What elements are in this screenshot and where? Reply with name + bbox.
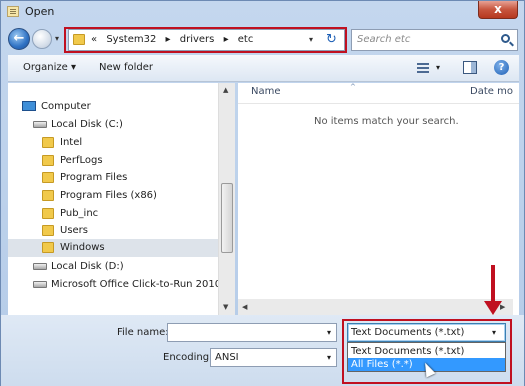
tree-item-windows[interactable]: Windows — [8, 239, 218, 257]
encoding-value: ANSI — [215, 352, 239, 363]
views-icon[interactable] — [417, 63, 429, 73]
file-list-pane: ^ Name Date mo No items match your searc… — [238, 83, 519, 315]
tree-item-computer[interactable]: Computer — [22, 98, 222, 116]
tree-item-label: Users — [60, 225, 89, 236]
tree-item-intel[interactable]: Intel — [42, 134, 222, 152]
scroll-thumb[interactable] — [221, 183, 233, 253]
navigation-scrollbar[interactable]: ▲ ▼ — [218, 83, 235, 315]
encoding-label: Encoding: — [163, 352, 213, 363]
empty-folder-message: No items match your search. — [314, 116, 459, 127]
open-dialog: Open x ← ▾ « System32 ▸ drivers ▸ etc ▾ … — [0, 0, 525, 386]
address-bar-highlight — [64, 27, 347, 53]
folder-icon — [42, 137, 54, 148]
tree-item-label: PerfLogs — [60, 155, 103, 166]
tree-item-users[interactable]: Users — [42, 222, 222, 240]
folder-icon — [42, 225, 54, 236]
tree-item-label: Computer — [41, 101, 91, 112]
red-arrow-head-icon — [484, 301, 502, 315]
search-icon[interactable] — [501, 34, 510, 43]
title-bar: Open x — [1, 1, 524, 23]
recent-pages-dropdown[interactable]: ▾ — [55, 34, 59, 43]
drive-icon — [33, 121, 47, 128]
tree-item-label: Local Disk (D:) — [51, 261, 124, 272]
close-button[interactable]: x — [478, 1, 518, 19]
tree-item-program-files-x86[interactable]: Program Files (x86) — [42, 187, 222, 205]
column-header-name[interactable]: Name — [251, 86, 281, 97]
drive-icon — [33, 263, 47, 270]
tree-item-office-c2r[interactable]: Microsoft Office Click-to-Run 2010 (Pr — [33, 276, 235, 294]
new-folder-button[interactable]: New folder — [99, 62, 153, 73]
computer-icon — [22, 101, 36, 111]
tree-item-program-files[interactable]: Program Files — [42, 169, 222, 187]
file-name-input[interactable] — [167, 323, 337, 342]
search-placeholder: Search etc — [357, 34, 411, 45]
tree-item-local-disk-d[interactable]: Local Disk (D:) — [33, 258, 223, 276]
drive-icon — [33, 281, 47, 288]
tree-item-label: Microsoft Office Click-to-Run 2010 (Pr — [51, 279, 235, 290]
tree-item-label: Local Disk (C:) — [51, 119, 123, 130]
views-dropdown-button[interactable]: ▾ — [436, 63, 440, 72]
folder-icon — [42, 172, 54, 183]
tree-item-label: Program Files — [60, 172, 128, 183]
file-name-label: File name: — [117, 327, 169, 338]
command-toolbar: Organize ▾ New folder ▾ ? — [8, 55, 519, 82]
search-input[interactable]: Search etc — [351, 29, 518, 51]
sort-ascending-icon: ^ — [350, 83, 356, 91]
file-name-dropdown-button[interactable]: ▾ — [327, 328, 331, 337]
folder-icon — [42, 242, 54, 253]
notepad-icon — [7, 6, 19, 17]
encoding-dropdown-button[interactable]: ▾ — [327, 353, 331, 362]
navigation-pane: Computer Local Disk (C:) Intel PerfLogs … — [8, 83, 235, 315]
tree-item-label: Windows — [60, 242, 105, 253]
header-divider — [238, 103, 519, 104]
preview-pane-icon[interactable] — [463, 61, 477, 74]
scroll-down-arrow-icon[interactable]: ▼ — [223, 303, 228, 311]
tree-item-label: Program Files (x86) — [60, 190, 157, 201]
forward-button[interactable] — [32, 29, 52, 49]
red-arrow-icon — [491, 265, 495, 305]
tree-item-pub-inc[interactable]: Pub_inc — [42, 205, 222, 223]
encoding-select[interactable]: ANSI — [210, 348, 337, 367]
tree-item-perflogs[interactable]: PerfLogs — [42, 152, 222, 170]
help-icon[interactable]: ? — [494, 60, 509, 75]
tree-item-label: Intel — [60, 137, 83, 148]
column-header-date-modified[interactable]: Date mo — [470, 86, 513, 97]
horizontal-scrollbar[interactable]: ◀ ▶ — [238, 299, 513, 315]
scroll-left-arrow-icon[interactable]: ◀ — [242, 303, 247, 311]
organize-button[interactable]: Organize ▾ — [23, 62, 76, 73]
back-button[interactable]: ← — [8, 28, 30, 50]
folder-icon — [42, 155, 54, 166]
tree-item-local-disk-c[interactable]: Local Disk (C:) — [33, 116, 223, 134]
folder-icon — [42, 190, 54, 201]
tree-item-label: Pub_inc — [60, 208, 99, 219]
window-title: Open — [25, 5, 55, 18]
folder-icon — [42, 208, 54, 219]
scroll-up-arrow-icon[interactable]: ▲ — [223, 86, 228, 94]
